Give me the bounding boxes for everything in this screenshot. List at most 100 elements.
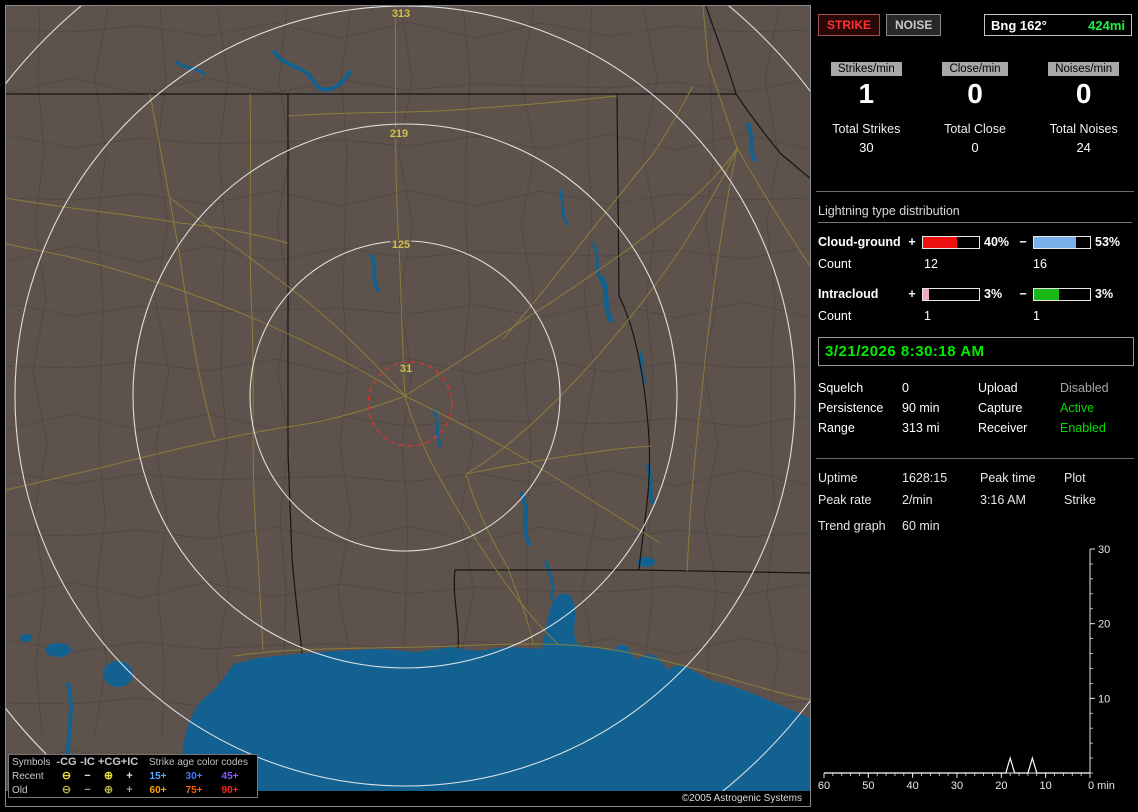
strikes-per-min-value: 1 <box>858 78 875 109</box>
squelch-value: 0 <box>902 381 909 395</box>
squelch-label: Squelch <box>818 381 864 395</box>
cg-plus-count: 12 <box>924 257 938 271</box>
noise-indicator-button[interactable]: NOISE <box>886 14 942 36</box>
intracloud-count-row: Count 1 1 <box>818 309 1132 323</box>
pos-ic-recent-icon: + <box>126 769 133 782</box>
rate-counters: Strikes/min 1 Total Strikes 30 Close/min… <box>812 62 1138 155</box>
svg-text:40: 40 <box>907 780 919 792</box>
peak-rate-label: Peak rate <box>818 493 872 507</box>
total-close-label: Total Close <box>944 122 1006 136</box>
plus-sign: + <box>908 235 916 249</box>
ic-plus-pct: 3% <box>984 287 1003 301</box>
cloud-ground-row: Cloud-ground + 40% − 53% <box>818 235 1132 249</box>
legend-col-neg-ic: -IC <box>80 755 95 768</box>
peak-rate-value: 2/min <box>902 493 933 507</box>
plus-sign: + <box>908 287 916 301</box>
intracloud-label: Intracloud <box>818 287 879 301</box>
ring-label-313: 313 <box>392 8 410 20</box>
ic-minus-bar <box>1033 287 1091 301</box>
cloud-ground-count-row: Count 12 16 <box>818 257 1132 271</box>
trend-chart: 10 20 30 60 50 40 30 20 10 0 min <box>818 544 1115 792</box>
status-row: Squelch 0 Upload Disabled <box>818 378 1132 398</box>
noises-per-min-value: 0 <box>1075 78 1092 109</box>
svg-text:30: 30 <box>1098 544 1110 556</box>
capture-value: Active <box>1060 401 1095 415</box>
cg-plus-bar <box>922 235 980 249</box>
legend-old-row: Old ⊖ − ⊕ + 60+ 75+ 90+ <box>9 783 257 797</box>
legend-col-neg-cg: -CG <box>56 755 77 768</box>
divider <box>816 191 1134 192</box>
cg-minus-pct: 53% <box>1095 235 1121 249</box>
pos-cg-recent-icon: ⊕ <box>103 769 114 782</box>
count-label: Count <box>818 309 852 323</box>
capture-label: Capture <box>978 401 1023 415</box>
uptime-label: Uptime <box>818 471 858 485</box>
bearing-distance: 424mi <box>1088 17 1125 33</box>
noises-per-min-column: Noises/min 0 Total Noises 24 <box>1029 62 1138 155</box>
age-15: 15+ <box>149 770 167 782</box>
strike-indicator-button[interactable]: STRIKE <box>818 14 881 36</box>
lightning-distribution: Lightning type distribution Cloud-ground… <box>818 204 1132 323</box>
total-noises-value: 24 <box>1076 140 1091 155</box>
peak-time-value: 3:16 AM <box>980 493 1026 507</box>
noises-per-min-chip: Noises/min <box>1048 62 1120 76</box>
status-row: Persistence 90 min Capture Active <box>818 398 1132 418</box>
legend-col-pos-ic: +IC <box>120 755 139 768</box>
svg-text:50: 50 <box>862 780 874 792</box>
legend-header-row: Symbols -CG -IC +CG +IC Strike age color… <box>9 755 257 769</box>
upload-label: Upload <box>978 381 1018 395</box>
age-45: 45+ <box>221 770 239 782</box>
upload-value: Disabled <box>1060 381 1109 395</box>
range-value: 313 mi <box>902 421 940 435</box>
legend-age-title: Strike age color codes <box>149 756 248 768</box>
svg-text:10: 10 <box>1098 693 1110 705</box>
ic-plus-bar <box>922 287 980 301</box>
minus-sign: − <box>1019 287 1027 301</box>
pos-ic-old-icon: + <box>126 783 133 796</box>
persistence-value: 90 min <box>902 401 940 415</box>
status-row: Range 313 mi Receiver Enabled <box>818 418 1132 438</box>
svg-text:60: 60 <box>818 780 830 792</box>
total-noises-label: Total Noises <box>1049 122 1118 136</box>
copyright-text: ©2005 Astrogenic Systems <box>681 793 802 804</box>
bearing-box: Bng 162° 424mi <box>984 14 1132 36</box>
cloud-ground-label: Cloud-ground <box>818 235 901 249</box>
cg-minus-bar <box>1033 235 1091 249</box>
ring-label-219: 219 <box>390 128 408 140</box>
pos-cg-old-icon: ⊕ <box>103 783 114 796</box>
total-strikes-label: Total Strikes <box>832 122 901 136</box>
close-per-min-column: Close/min 0 Total Close 0 <box>921 62 1030 155</box>
status-panel: STRIKE NOISE Bng 162° 424mi Strikes/min … <box>812 0 1138 812</box>
indicator-bar: STRIKE NOISE Bng 162° 424mi <box>818 14 1132 36</box>
total-close-value: 0 <box>971 140 979 155</box>
map-svg: 313 219 125 31 <box>6 6 810 806</box>
strikes-per-min-column: Strikes/min 1 Total Strikes 30 <box>812 62 921 155</box>
svg-text:20: 20 <box>1098 619 1110 631</box>
total-strikes-value: 30 <box>859 140 874 155</box>
trend-graph-label: Trend graph <box>818 519 886 533</box>
legend-recent-row: Recent ⊖ − ⊕ + 15+ 30+ 45+ <box>9 769 257 783</box>
receiver-value: Enabled <box>1060 421 1106 435</box>
close-per-min-chip: Close/min <box>942 62 1008 76</box>
intracloud-row: Intracloud + 3% − 3% <box>818 287 1132 301</box>
ring-label-31: 31 <box>400 363 412 375</box>
trend-graph-window: 60 min <box>902 519 940 533</box>
age-60: 60+ <box>149 784 167 796</box>
radar-map[interactable]: 313 219 125 31 ©2005 Astrogenic Systems … <box>5 5 811 807</box>
strike-legend: Symbols -CG -IC +CG +IC Strike age color… <box>8 754 258 798</box>
strikes-per-min-chip: Strikes/min <box>830 62 902 76</box>
bearing-label: Bng 162° <box>991 17 1047 33</box>
ic-plus-count: 1 <box>924 309 931 323</box>
neg-cg-old-icon: ⊖ <box>61 783 72 796</box>
neg-ic-old-icon: − <box>84 783 91 796</box>
legend-symbols-title: Symbols <box>12 756 51 768</box>
age-75: 75+ <box>185 784 203 796</box>
legend-recent-label: Recent <box>12 770 44 782</box>
range-label: Range <box>818 421 855 435</box>
plot-label: Plot <box>1064 471 1086 485</box>
stats-row: Uptime 1628:15 Peak time Plot <box>818 467 1132 489</box>
divider <box>816 458 1134 459</box>
peak-time-label: Peak time <box>980 471 1036 485</box>
receiver-status: Squelch 0 Upload Disabled Persistence 90… <box>818 378 1132 438</box>
plot-value: Strike <box>1064 493 1096 507</box>
